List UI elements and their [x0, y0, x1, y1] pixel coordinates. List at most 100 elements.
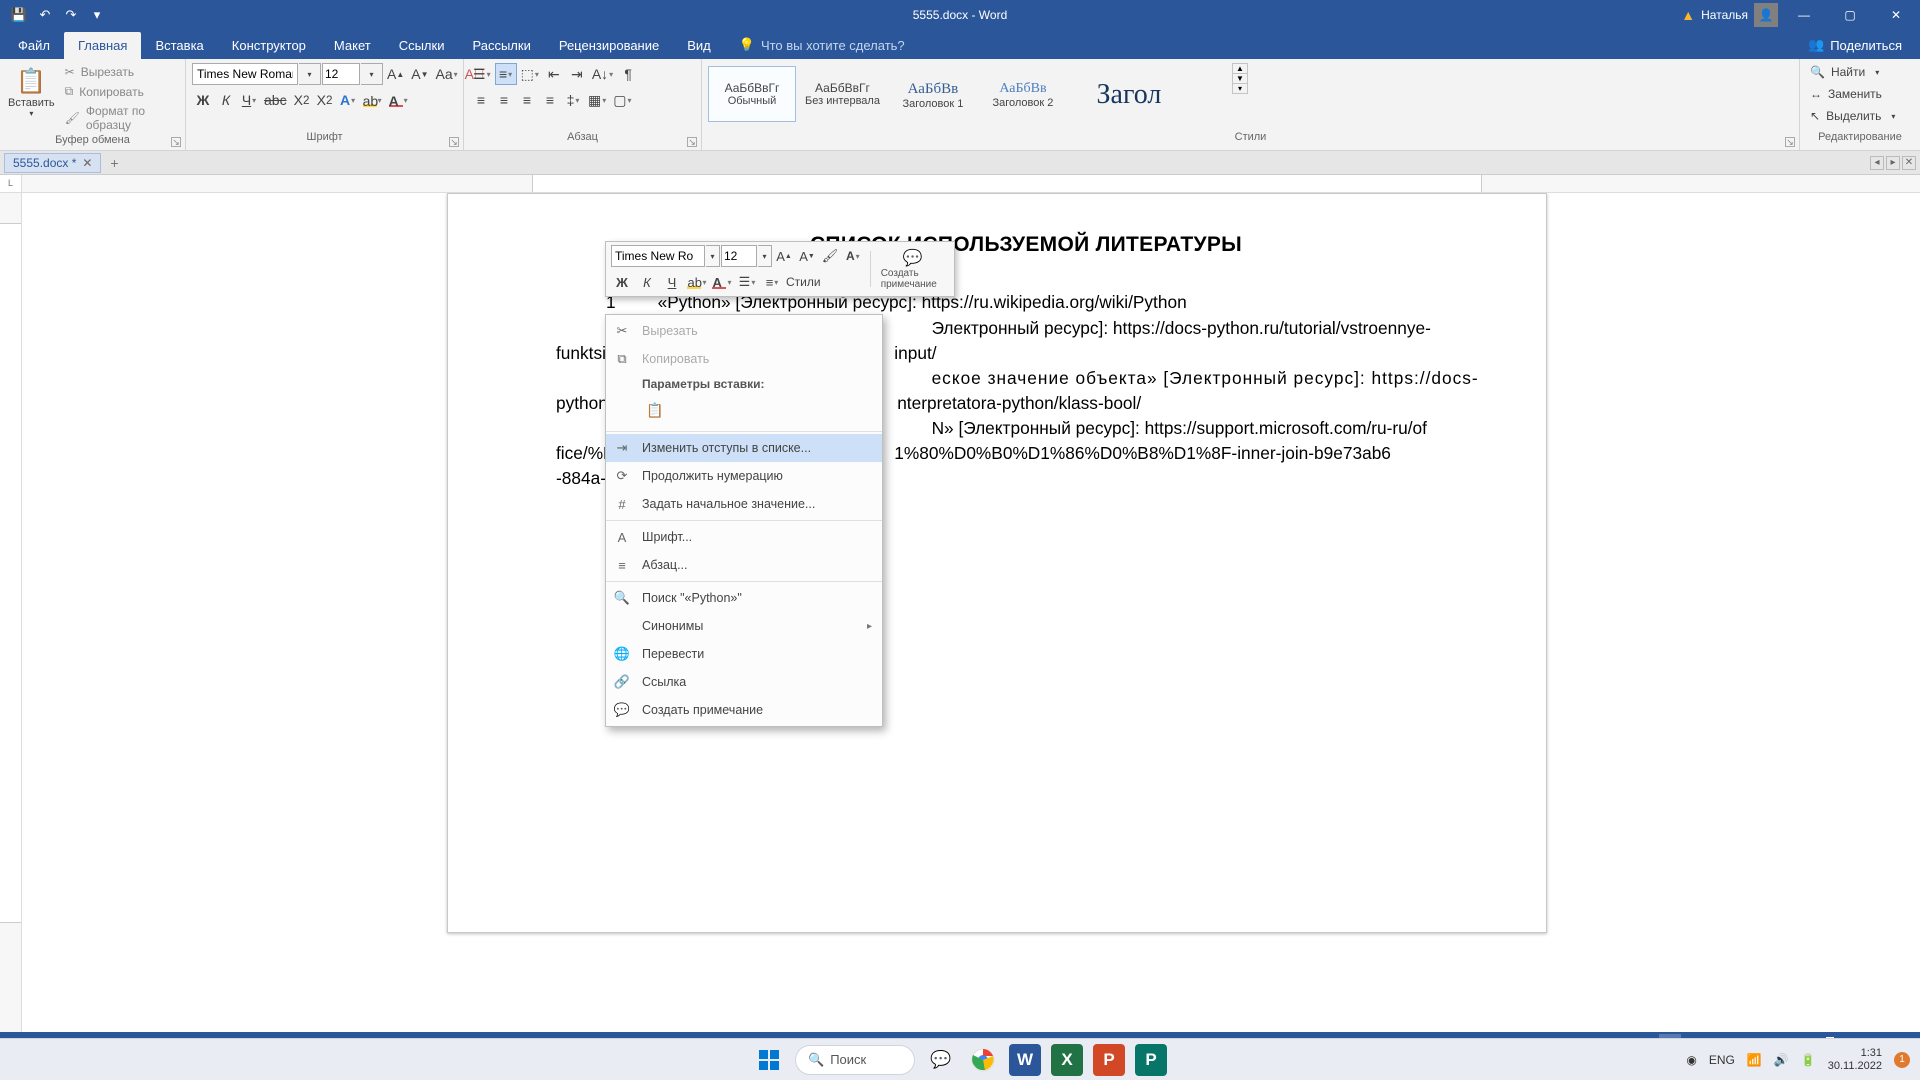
- italic-button[interactable]: К: [215, 89, 237, 111]
- docs-scroll-right[interactable]: ▸: [1886, 156, 1900, 170]
- line-spacing-button[interactable]: ‡: [562, 89, 584, 111]
- numbering-button[interactable]: ≡: [495, 63, 517, 85]
- style-heading2[interactable]: АаБбВвЗаголовок 2: [979, 66, 1067, 122]
- ctx-font[interactable]: AШрифт...: [606, 523, 882, 551]
- mt-size-dd[interactable]: ▾: [758, 245, 772, 267]
- qa-more-button[interactable]: ▾: [86, 4, 108, 26]
- maximize-button[interactable]: ▢: [1830, 0, 1870, 30]
- taskbar-publisher[interactable]: P: [1135, 1044, 1167, 1076]
- increase-indent-button[interactable]: ⇥: [566, 63, 588, 85]
- tray-notifications[interactable]: 1: [1894, 1052, 1910, 1068]
- doc-tab-close[interactable]: ✕: [82, 156, 92, 170]
- font-launcher[interactable]: ↘: [449, 137, 459, 147]
- docs-close-all[interactable]: ✕: [1902, 156, 1916, 170]
- mt-create-comment[interactable]: 💬 Создать примечание: [877, 246, 949, 292]
- ruler-corner[interactable]: L: [0, 175, 22, 192]
- align-left-button[interactable]: ≡: [470, 89, 492, 111]
- highlight-button[interactable]: ab: [360, 89, 385, 111]
- close-window-button[interactable]: ✕: [1876, 0, 1916, 30]
- mt-grow-font[interactable]: A▲: [773, 245, 795, 267]
- taskbar-chrome[interactable]: [967, 1044, 999, 1076]
- styles-scroll[interactable]: ▲▼▾: [1232, 63, 1248, 94]
- style-heading1[interactable]: АаБбВвЗаголовок 1: [889, 66, 977, 122]
- tab-file[interactable]: Файл: [4, 32, 64, 59]
- tab-layout[interactable]: Макет: [320, 32, 385, 59]
- ctx-new-comment[interactable]: 💬Создать примечание: [606, 696, 882, 724]
- font-size-dropdown[interactable]: ▾: [361, 63, 383, 85]
- copy-button[interactable]: ⧉Копировать: [61, 82, 179, 101]
- align-right-button[interactable]: ≡: [516, 89, 538, 111]
- clipboard-launcher[interactable]: ↘: [171, 137, 181, 147]
- tab-view[interactable]: Вид: [673, 32, 725, 59]
- styles-more[interactable]: ▾: [1233, 84, 1247, 93]
- ctx-link[interactable]: 🔗Ссылка: [606, 668, 882, 696]
- tab-mailings[interactable]: Рассылки: [458, 32, 544, 59]
- font-name-input[interactable]: [192, 63, 298, 85]
- mt-font-size[interactable]: [721, 245, 757, 267]
- decrease-indent-button[interactable]: ⇤: [543, 63, 565, 85]
- mt-font-color[interactable]: A: [711, 271, 733, 293]
- font-name-dropdown[interactable]: ▾: [299, 63, 321, 85]
- taskbar-word[interactable]: W: [1009, 1044, 1041, 1076]
- horizontal-ruler[interactable]: [22, 175, 1920, 192]
- ctx-translate[interactable]: 🌐Перевести: [606, 640, 882, 668]
- styles-down[interactable]: ▼: [1233, 74, 1247, 84]
- cut-button[interactable]: ✂Вырезать: [61, 63, 179, 81]
- borders-button[interactable]: ▢: [610, 89, 634, 111]
- mt-underline[interactable]: Ч: [661, 271, 683, 293]
- font-size-input[interactable]: [322, 63, 360, 85]
- mt-shrink-font[interactable]: A▼: [796, 245, 818, 267]
- sort-button[interactable]: A↓: [589, 63, 616, 85]
- find-button[interactable]: 🔍Найти▾: [1806, 63, 1883, 81]
- mt-styles-label[interactable]: Стили: [786, 271, 821, 293]
- page-holder[interactable]: СПИСОК ИСПОЛЬЗУЕМОЙ ЛИТЕРАТУРЫ 1 «Python…: [22, 193, 1920, 1054]
- text-effects-button[interactable]: A: [337, 89, 359, 111]
- mt-font-name[interactable]: [611, 245, 705, 267]
- mt-italic[interactable]: К: [636, 271, 658, 293]
- tray-clock[interactable]: 1:31 30.11.2022: [1828, 1047, 1882, 1072]
- tray-language[interactable]: ENG: [1709, 1053, 1735, 1067]
- ctx-paste-keep-source[interactable]: 📋: [642, 397, 668, 423]
- select-button[interactable]: ↖Выделить▾: [1806, 107, 1899, 125]
- mt-bullets[interactable]: ☰: [736, 271, 758, 293]
- styles-up[interactable]: ▲: [1233, 64, 1247, 74]
- taskbar-chat[interactable]: 💬: [925, 1044, 957, 1076]
- style-normal[interactable]: АаБбВвГгОбычный: [708, 66, 796, 122]
- change-case-button[interactable]: Aa: [433, 63, 461, 85]
- underline-button[interactable]: Ч: [238, 89, 260, 111]
- replace-button[interactable]: ↔Заменить: [1806, 85, 1886, 103]
- grow-font-button[interactable]: A▲: [384, 63, 407, 85]
- tray-wifi-icon[interactable]: 📶: [1747, 1053, 1762, 1067]
- multilevel-button[interactable]: ⬚: [518, 63, 542, 85]
- mt-format-painter[interactable]: 🖌: [819, 245, 841, 267]
- styles-gallery[interactable]: АаБбВвГгОбычный АаБбВвГгБез интервала Аа…: [708, 63, 1228, 125]
- mt-font-dd[interactable]: ▾: [706, 245, 720, 267]
- style-title[interactable]: Загол: [1069, 66, 1189, 122]
- mt-styles[interactable]: A: [842, 245, 864, 267]
- warning-icon[interactable]: ▲: [1681, 7, 1695, 23]
- styles-launcher[interactable]: ↘: [1785, 137, 1795, 147]
- mt-bold[interactable]: Ж: [611, 271, 633, 293]
- mt-highlight[interactable]: ab: [686, 271, 708, 293]
- paragraph-launcher[interactable]: ↘: [687, 137, 697, 147]
- taskbar-search[interactable]: 🔍Поиск: [795, 1045, 915, 1075]
- tray-steam-icon[interactable]: ◉: [1686, 1053, 1696, 1067]
- ctx-set-start[interactable]: #Задать начальное значение...: [606, 490, 882, 518]
- save-button[interactable]: 💾: [8, 4, 30, 26]
- shrink-font-button[interactable]: A▼: [408, 63, 431, 85]
- start-button[interactable]: [753, 1044, 785, 1076]
- paste-button[interactable]: 📋 Вставить ▾: [6, 63, 57, 120]
- tray-battery-icon[interactable]: 🔋: [1801, 1053, 1816, 1067]
- taskbar-powerpoint[interactable]: P: [1093, 1044, 1125, 1076]
- user-name[interactable]: Наталья: [1701, 8, 1748, 22]
- tab-review[interactable]: Рецензирование: [545, 32, 673, 59]
- new-doc-tab[interactable]: +: [105, 155, 123, 171]
- redo-button[interactable]: ↷: [60, 4, 82, 26]
- justify-button[interactable]: ≡: [539, 89, 561, 111]
- style-nospacing[interactable]: АаБбВвГгБез интервала: [798, 66, 887, 122]
- mt-numbering[interactable]: ≡: [761, 271, 783, 293]
- document-tab[interactable]: 5555.docx * ✕: [4, 153, 101, 173]
- bold-button[interactable]: Ж: [192, 89, 214, 111]
- tab-home[interactable]: Главная: [64, 32, 141, 59]
- tab-insert[interactable]: Вставка: [141, 32, 217, 59]
